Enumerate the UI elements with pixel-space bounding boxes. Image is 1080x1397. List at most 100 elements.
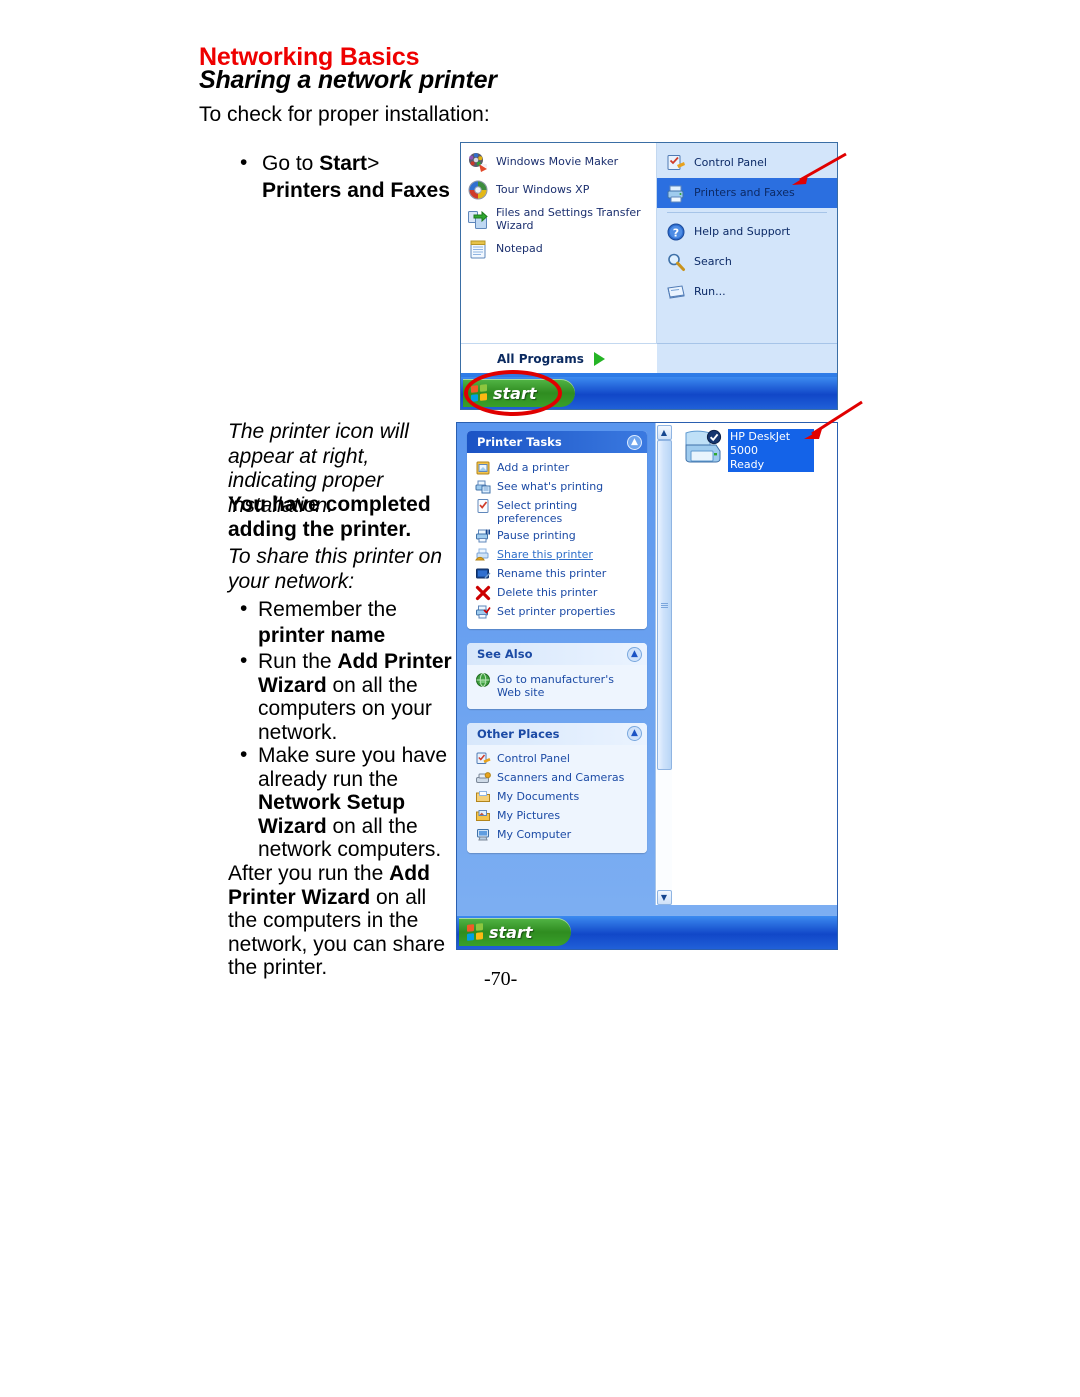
- tour-windows-xp-icon: [467, 179, 489, 201]
- scrollbar-thumb[interactable]: [656, 440, 672, 770]
- scanners-cameras-icon: [475, 770, 491, 786]
- start-menu-label: Windows Movie Maker: [496, 154, 619, 168]
- rename-printer-icon: [475, 566, 491, 582]
- start-menu-screenshot: Windows Movie Maker Tour Windows XP File…: [460, 142, 838, 410]
- start-menu-item-files-settings-transfer-wizard[interactable]: Files and Settings Transfer Wizard: [461, 204, 656, 235]
- see-also-panel: See Also ▲ Go to manufacturer's Web site: [467, 643, 647, 709]
- printer-tasks-title: Printer Tasks: [477, 435, 562, 449]
- my-computer-icon: [475, 827, 491, 843]
- start-menu-all-programs[interactable]: All Programs: [461, 343, 657, 373]
- other-places-label: Scanners and Cameras: [497, 771, 625, 785]
- bullet-remember-b: printer name: [258, 623, 386, 647]
- start-menu-item-search[interactable]: Search: [657, 247, 837, 277]
- share-printer-icon: [475, 547, 491, 563]
- scrollbar-track[interactable]: [656, 440, 672, 890]
- other-places-header: Other Places ▲: [467, 722, 647, 745]
- start-menu-allprograms-filler: [657, 343, 837, 373]
- collapse-chevron-icon[interactable]: ▲: [627, 434, 642, 450]
- lead-paragraph: To check for proper installation:: [199, 103, 490, 126]
- start-menu-taskbar: start: [461, 377, 837, 409]
- svg-text:?: ?: [673, 227, 679, 240]
- start-menu-item-windows-movie-maker[interactable]: Windows Movie Maker: [461, 148, 656, 176]
- bullet-run-add-printer-wizard: Run the Add Printer Wizard on all the co…: [236, 649, 454, 744]
- bullet-run-a: Run the: [258, 650, 338, 673]
- scroll-down-button[interactable]: ▼: [656, 890, 672, 905]
- see-also-header: See Also ▲: [467, 643, 647, 666]
- note-completed-adding-printer: You have completed adding the printer.: [228, 493, 431, 541]
- task-label: Rename this printer: [497, 566, 607, 580]
- start-menu-item-notepad[interactable]: Notepad: [461, 235, 656, 263]
- all-programs-label: All Programs: [497, 351, 584, 366]
- start-menu-label: Tour Windows XP: [496, 182, 590, 196]
- task-label: Set printer properties: [497, 604, 616, 618]
- help-and-support-icon: ?: [665, 221, 687, 243]
- document-page: Networking Basics Sharing a network prin…: [0, 0, 1080, 1397]
- closing-a: After you run the: [228, 862, 390, 885]
- see-whats-printing-icon: [475, 479, 491, 495]
- globe-icon: [475, 672, 491, 688]
- start-menu-item-run[interactable]: Run...: [657, 277, 837, 307]
- task-share-this-printer[interactable]: Share this printer: [475, 545, 641, 564]
- pause-printing-icon: [475, 528, 491, 544]
- other-places-label: My Documents: [497, 790, 580, 804]
- task-label: Share this printer: [497, 547, 593, 561]
- collapse-chevron-icon[interactable]: ▲: [627, 726, 642, 742]
- collapse-chevron-icon[interactable]: ▲: [627, 646, 642, 662]
- other-places-label: Control Panel: [497, 752, 570, 766]
- other-places-label: My Computer: [497, 828, 572, 842]
- task-label: Add a printer: [497, 460, 570, 474]
- other-places-panel: Other Places ▲ Control Panel Scanners an…: [467, 722, 647, 853]
- printers-and-faxes-icon: [665, 182, 687, 204]
- windows-flag-icon: [471, 384, 487, 402]
- vertical-scrollbar[interactable]: ▲ ▼: [655, 423, 672, 905]
- task-label: Select printing preferences: [497, 498, 578, 525]
- printer-name-status: HP DeskJet 5000 Ready: [728, 429, 814, 473]
- bullet-go-to-start-c: >: [367, 152, 380, 175]
- start-menu-label: Printers and Faxes: [694, 185, 795, 199]
- my-documents-icon: [475, 789, 491, 805]
- start-button[interactable]: start: [459, 918, 571, 946]
- other-places-item-my-computer[interactable]: My Computer: [475, 826, 641, 845]
- other-places-item-my-pictures[interactable]: My Pictures: [475, 807, 641, 826]
- run-icon: [665, 281, 687, 303]
- start-menu-label: Help and Support: [694, 224, 791, 238]
- bullet-go-to-start: Go to Start> Printers and Faxes: [236, 151, 466, 202]
- see-also-label: Go to manufacturer's Web site: [497, 672, 614, 700]
- bullet-netsetup-a: Make sure you have already run the: [258, 744, 448, 791]
- other-places-item-scanners-and-cameras[interactable]: Scanners and Cameras: [475, 769, 641, 788]
- printer-list-item[interactable]: HP DeskJet 5000 Ready: [680, 429, 814, 474]
- task-delete-this-printer[interactable]: Delete this printer: [475, 583, 641, 602]
- bullet-go-to-start-a: Go to: [262, 152, 320, 175]
- start-menu-item-printers-and-faxes[interactable]: Printers and Faxes: [657, 178, 837, 208]
- bullet-go-to-start-b: Start: [319, 152, 368, 175]
- printers-list-pane: HP DeskJet 5000 Ready: [672, 423, 837, 905]
- start-menu-item-help-and-support[interactable]: ? Help and Support: [657, 217, 837, 247]
- note-to-share-printer: To share this printer on your network:: [228, 545, 443, 593]
- closing-paragraph: After you run the Add Printer Wizard on …: [228, 862, 458, 980]
- control-panel-icon: [475, 751, 491, 767]
- see-also-item-manufacturer-site[interactable]: Go to manufacturer's Web site: [475, 670, 641, 700]
- other-places-item-control-panel[interactable]: Control Panel: [475, 750, 641, 769]
- printer-name: HP DeskJet 5000: [730, 430, 791, 457]
- task-add-a-printer[interactable]: Add a printer: [475, 458, 641, 477]
- start-menu-item-tour-windows-xp[interactable]: Tour Windows XP: [461, 176, 656, 204]
- task-select-printing-preferences[interactable]: Select printing preferences: [475, 496, 641, 526]
- scroll-up-button[interactable]: ▲: [656, 425, 672, 440]
- other-places-title: Other Places: [477, 726, 560, 741]
- task-pause-printing[interactable]: Pause printing: [475, 526, 641, 545]
- task-see-whats-printing[interactable]: See what's printing: [475, 477, 641, 496]
- my-pictures-icon: [475, 808, 491, 824]
- movie-maker-icon: [467, 151, 489, 173]
- task-set-printer-properties[interactable]: Set printer properties: [475, 602, 641, 621]
- other-places-item-my-documents[interactable]: My Documents: [475, 788, 641, 807]
- bullet-network-setup-wizard: Make sure you have already run the Netwo…: [236, 743, 456, 862]
- start-menu-label: Notepad: [496, 241, 543, 255]
- delete-printer-icon: [475, 585, 491, 601]
- printers-window-taskbar: start: [457, 915, 837, 949]
- start-menu-label: Search: [694, 254, 732, 268]
- start-menu-item-control-panel[interactable]: Control Panel: [657, 148, 837, 178]
- start-button[interactable]: start: [463, 379, 575, 407]
- page-number: -70-: [484, 968, 518, 990]
- task-rename-this-printer[interactable]: Rename this printer: [475, 564, 641, 583]
- see-also-title: See Also: [477, 647, 533, 662]
